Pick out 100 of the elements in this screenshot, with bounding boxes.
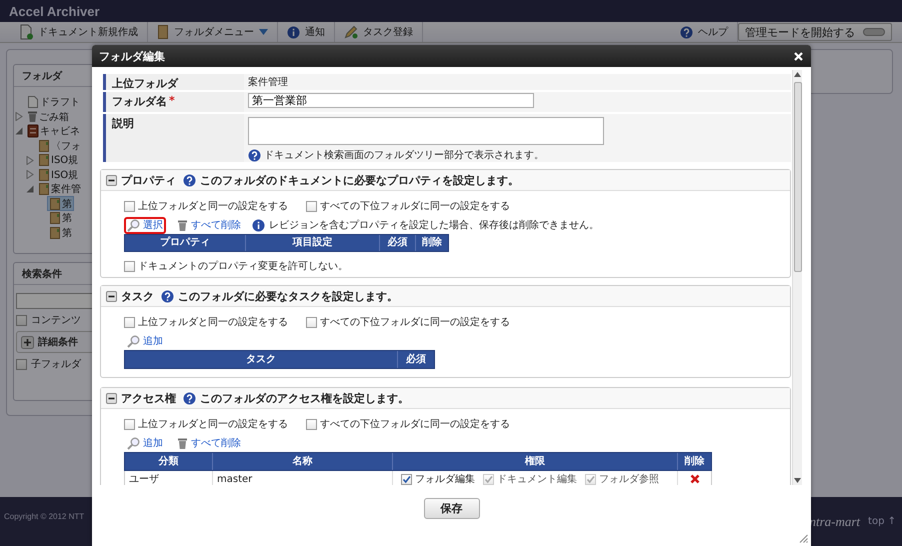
checkbox-label: 上位フォルダと同一の設定をする [138,200,288,213]
notebook-icon [38,182,50,196]
notebook-icon [49,196,61,211]
collapsed-arrow-icon[interactable] [26,170,34,180]
panel-title: フォルダ [22,70,62,82]
cabinet-icon [27,124,39,138]
tree-item[interactable]: 案件管 [36,182,83,197]
dialog-title: フォルダ編集 [99,48,165,64]
expanded-arrow-icon[interactable] [26,185,34,194]
toolbar-button[interactable]: タスク登録 [335,22,423,42]
help-icon [183,392,196,404]
notebook-icon [38,138,50,153]
checkbox[interactable] [16,358,27,370]
folder-name-field[interactable]: 第一営業部 [248,93,534,108]
notebook-icon [49,226,61,240]
section-title: アクセス権 [121,390,176,406]
notebook-icon [38,153,50,168]
column-header: 削除 [684,454,706,469]
checkbox[interactable] [124,316,135,328]
help-button[interactable]: ヘルプ [671,22,738,42]
tree-item[interactable]: 第 [47,196,74,212]
tree-item[interactable]: ごみ箱 [25,109,71,124]
info-icon [287,26,300,38]
toolbar-button[interactable]: ドキュメント新規作成 [10,22,148,42]
column-header: 項目設定 [246,235,380,251]
add-link[interactable]: 追加 [124,434,166,452]
delete-all-link[interactable]: すべて削除 [174,434,244,452]
table-cell: ユーザ [125,471,213,485]
section-title: プロパティ [121,172,176,188]
checkbox[interactable] [124,418,135,430]
scroll-down-arrow-icon[interactable] [794,478,801,483]
trash-icon [177,436,188,450]
collapsed-arrow-icon[interactable] [15,112,23,122]
scrollbar[interactable] [792,70,802,485]
copyright-text: Copyright © 2012 NTT [4,512,84,521]
pencil-icon [344,25,358,39]
collapsed-arrow-icon[interactable] [26,156,34,165]
checkbox-label: コンテンツ [31,314,81,328]
checkbox-label: すべての下位フォルダに同一の設定をする [320,316,510,329]
search-icon [127,436,140,450]
section-description: このフォルダに必要なタスクを設定します。 [178,288,398,304]
close-icon[interactable] [794,52,803,60]
tree-item[interactable]: 〈フォ [36,138,83,154]
tree-item[interactable]: ドラフト [25,94,82,110]
checkbox-label: フォルダ編集 [415,473,475,485]
toolbar-button[interactable]: 通知 [278,22,335,42]
column-header: プロパティ [125,235,246,251]
field-label: フォルダ名 [112,94,167,110]
checkbox-label: 上位フォルダと同一の設定をする [138,418,288,431]
collapse-button[interactable] [106,290,117,302]
scroll-up-arrow-icon[interactable] [794,72,801,77]
collapse-button[interactable] [106,174,117,186]
field-label: 説明 [112,116,134,132]
toolbar-button[interactable]: フォルダメニュー [148,22,278,42]
checkbox-label: 子フォルダ [31,358,81,372]
table-cell: master [213,471,393,485]
resize-grip-icon [799,534,808,543]
checkbox-label: すべての下位フォルダに同一の設定をする [320,418,510,431]
notebook-icon [49,211,61,226]
checkbox[interactable] [306,200,317,212]
logo-text: ntra-mart [809,514,860,530]
top-link[interactable]: top ↑ [868,516,896,527]
help-icon [161,290,174,302]
help-icon [183,174,196,186]
checkbox[interactable] [124,260,135,272]
checkbox-label: すべての下位フォルダに同一の設定をする [320,200,510,213]
document-icon [19,24,33,40]
note-text: レビジョンを含むプロパティを設定した場合、保存後は削除できません。 [269,218,599,232]
notebook-icon [157,24,169,40]
delete-icon[interactable] [690,474,700,484]
field-label: 上位フォルダ [112,76,178,90]
column-header: タスク [125,351,398,368]
column-header: 権限 [393,453,678,470]
delete-all-link[interactable]: すべて削除 [174,216,244,234]
select-link[interactable]: 選択 [124,216,166,234]
column-header: 分類 [125,453,213,470]
trash-icon [177,218,188,232]
mode-button[interactable]: 管理モードを開始する [738,23,892,41]
tree-item[interactable]: キャビネ [25,124,82,139]
save-button[interactable]: 保存 [424,498,480,519]
section-description: このフォルダのアクセス権を設定します。 [200,390,409,406]
tree-item[interactable]: ISO規 [36,152,80,168]
column-header: 必須 [380,235,416,251]
checkbox[interactable] [306,418,317,430]
search-icon [127,218,140,232]
description-field[interactable] [248,117,604,145]
checkbox-label: 上位フォルダと同一の設定をする [138,316,288,329]
checkbox[interactable] [16,314,27,326]
tree-item[interactable]: 第 [47,225,74,240]
checkbox[interactable] [306,316,317,328]
column-header: 必須 [405,352,427,367]
checkbox[interactable] [124,200,135,212]
tree-item[interactable]: 第 [47,210,74,226]
collapse-button[interactable] [106,392,117,404]
add-link[interactable]: 追加 [124,332,166,350]
checkbox[interactable] [401,474,412,484]
tree-item[interactable]: ISO規 [36,167,80,182]
plus-icon [21,336,34,349]
details-button[interactable]: 詳細条件 [21,335,78,350]
expanded-arrow-icon[interactable] [15,127,23,136]
